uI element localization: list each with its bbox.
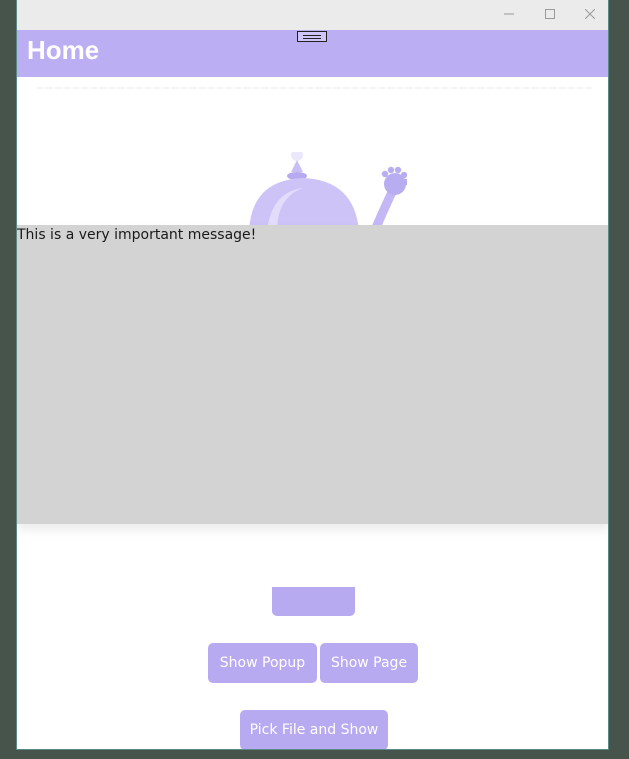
pick-file-button[interactable]: Pick File and Show: [240, 710, 388, 749]
message-popup[interactable]: This is a very important message!: [17, 225, 608, 524]
show-page-button[interactable]: Show Page: [320, 643, 418, 683]
maximize-icon: [545, 9, 555, 19]
app-window: Home Show Popup Show Page Pick File and …: [16, 0, 609, 750]
close-button[interactable]: [570, 0, 608, 28]
partially-hidden-button[interactable]: [272, 587, 355, 616]
drag-handle-icon[interactable]: [297, 31, 327, 42]
show-popup-button[interactable]: Show Popup: [208, 643, 317, 683]
maximize-button[interactable]: [530, 0, 570, 28]
close-icon: [585, 9, 595, 19]
app-bar: Home: [17, 30, 608, 77]
minimize-icon: [504, 13, 514, 15]
minimize-button[interactable]: [489, 0, 529, 28]
page-title: Home: [27, 35, 100, 65]
title-bar[interactable]: [17, 0, 608, 30]
divider: [37, 87, 592, 89]
waving-bot-illustration: [249, 152, 407, 232]
popup-message: This is a very important message!: [17, 227, 257, 243]
